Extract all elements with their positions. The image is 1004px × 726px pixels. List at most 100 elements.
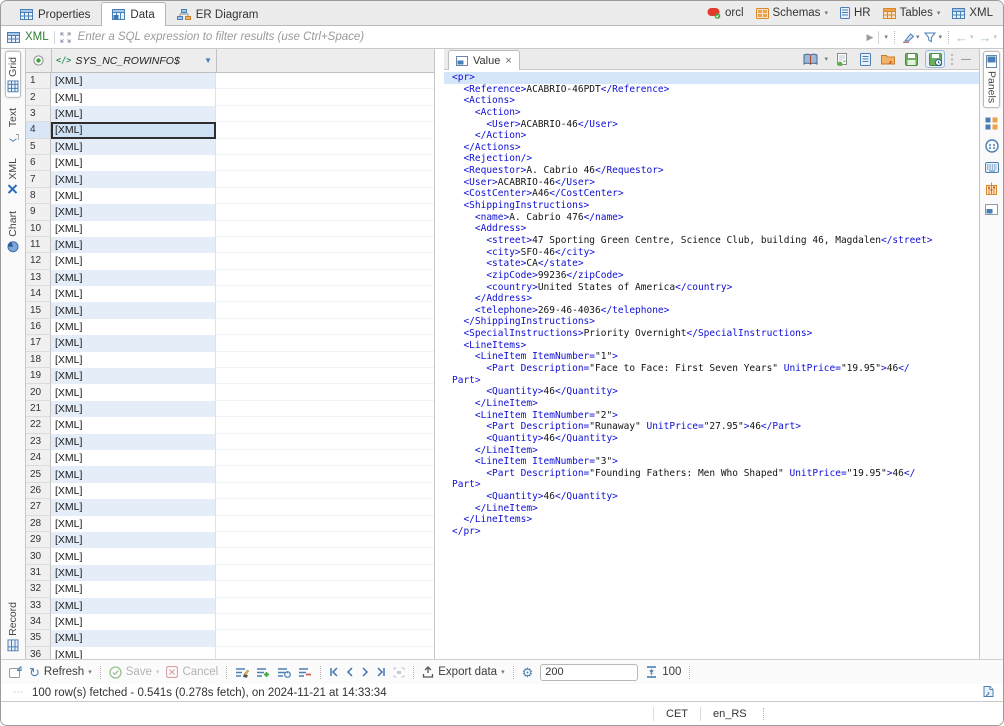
table-row[interactable]: 32[XML]	[26, 581, 434, 597]
row-number[interactable]: 34	[26, 614, 51, 630]
table-row[interactable]: 35[XML]	[26, 630, 434, 646]
table-row[interactable]: 11[XML]	[26, 237, 434, 253]
tab-xml[interactable]: XML	[5, 152, 21, 201]
table-row[interactable]: 24[XML]	[26, 450, 434, 466]
xml-cell[interactable]: [XML]	[51, 171, 216, 187]
table-row[interactable]: 34[XML]	[26, 614, 434, 630]
tab-panels[interactable]: Panels	[983, 51, 1000, 108]
xml-cell[interactable]: [XML]	[51, 581, 216, 597]
references-panel-icon[interactable]	[985, 139, 999, 153]
table-row[interactable]: 30[XML]	[26, 548, 434, 564]
row-number[interactable]: 29	[26, 532, 51, 548]
table-row[interactable]: 17[XML]	[26, 335, 434, 351]
column-dropdown-icon[interactable]: ▼	[204, 56, 212, 65]
apply-filter-button[interactable]: ▶	[867, 32, 874, 43]
row-number[interactable]: 21	[26, 401, 51, 417]
row-number[interactable]: 15	[26, 302, 51, 318]
table-row[interactable]: 7[XML]	[26, 171, 434, 187]
xml-cell[interactable]: [XML]	[51, 434, 216, 450]
row-number[interactable]: 12	[26, 253, 51, 269]
xml-cell[interactable]: [XML]	[51, 286, 216, 302]
table-row[interactable]: 4[XML]	[26, 122, 434, 138]
table-row[interactable]: 33[XML]	[26, 598, 434, 614]
table-row[interactable]: 9[XML]	[26, 204, 434, 220]
tab-data[interactable]: Data	[101, 2, 165, 26]
row-number[interactable]: 19	[26, 368, 51, 384]
xml-cell[interactable]: [XML]	[51, 483, 216, 499]
row-number[interactable]: 17	[26, 335, 51, 351]
document-button[interactable]	[856, 51, 874, 67]
virtual-keys-panel-icon[interactable]	[985, 162, 999, 173]
row-number[interactable]: 35	[26, 630, 51, 646]
xml-cell[interactable]: [XML]	[51, 319, 216, 335]
calc-panel-icon[interactable]	[985, 182, 998, 195]
value-viewer-content[interactable]: <pr> <Reference>ACABRIO-46PDT</Reference…	[444, 70, 979, 659]
duplicate-row-button[interactable]	[277, 667, 291, 678]
clear-filter-button[interactable]: ▾	[901, 32, 920, 43]
select-all-corner[interactable]	[26, 49, 52, 72]
row-number[interactable]: 7	[26, 171, 51, 187]
table-row[interactable]: 3[XML]	[26, 106, 434, 122]
tab-text[interactable]: T Text	[5, 102, 21, 148]
row-number[interactable]: 18	[26, 352, 51, 368]
row-number[interactable]: 22	[26, 417, 51, 433]
xml-cell[interactable]: [XML]	[51, 270, 216, 286]
table-row[interactable]: 22[XML]	[26, 417, 434, 433]
dictionary-button[interactable]	[801, 51, 819, 67]
xml-cell[interactable]: [XML]	[51, 466, 216, 482]
refresh-button[interactable]: ↻ Refresh ▾	[29, 666, 92, 679]
export-data-button[interactable]: Export data ▾	[422, 666, 504, 678]
open-folder-button[interactable]	[879, 51, 897, 67]
xml-cell[interactable]: [XML]	[51, 89, 216, 105]
minimize-panel-icon[interactable]: —	[961, 54, 971, 65]
save-value-button[interactable]	[902, 51, 920, 67]
tab-chart[interactable]: Chart	[5, 205, 21, 259]
xml-cell[interactable]: [XML]	[51, 647, 216, 659]
xml-cell[interactable]: [XML]	[51, 384, 216, 400]
xml-cell[interactable]: [XML]	[51, 598, 216, 614]
xml-cell[interactable]: [XML]	[51, 204, 216, 220]
xml-cell[interactable]: [XML]	[51, 565, 216, 581]
xml-cell[interactable]: [XML]	[51, 368, 216, 384]
tab-record[interactable]: Record	[5, 596, 21, 657]
xml-cell[interactable]: [XML]	[51, 106, 216, 122]
row-number[interactable]: 23	[26, 434, 51, 450]
save-button[interactable]: Save ▾	[109, 666, 160, 679]
tab-value[interactable]: Value ×	[448, 50, 520, 70]
xml-cell[interactable]: [XML]	[51, 188, 216, 204]
delete-row-button[interactable]	[298, 667, 312, 678]
row-number[interactable]: 31	[26, 565, 51, 581]
row-number[interactable]: 25	[26, 466, 51, 482]
schema-selector[interactable]: Schemas ▾	[756, 7, 828, 19]
nav-back-button[interactable]: ← ▾	[955, 31, 974, 44]
filters-menu-button[interactable]: ▾	[924, 32, 942, 43]
connection-selector[interactable]: orcl	[707, 7, 744, 19]
row-number[interactable]: 28	[26, 516, 51, 532]
row-number[interactable]: 14	[26, 286, 51, 302]
locale-indicator[interactable]: en_RS	[700, 707, 759, 721]
xml-cell[interactable]: [XML]	[51, 221, 216, 237]
table-row[interactable]: 2[XML]	[26, 89, 434, 105]
add-row-button[interactable]	[256, 667, 270, 678]
xml-cell[interactable]: [XML]	[51, 401, 216, 417]
settings-gear-icon[interactable]: ⚙	[522, 666, 534, 679]
xml-cell[interactable]: [XML]	[51, 450, 216, 466]
row-number[interactable]: 20	[26, 384, 51, 400]
row-number[interactable]: 8	[26, 188, 51, 204]
row-number[interactable]: 24	[26, 450, 51, 466]
xml-cell[interactable]: [XML]	[51, 630, 216, 646]
xml-cell[interactable]: [XML]	[51, 335, 216, 351]
xml-cell[interactable]: [XML]	[51, 237, 216, 253]
row-number[interactable]: 2	[26, 89, 51, 105]
row-number[interactable]: 36	[26, 647, 51, 659]
row-number[interactable]: 3	[26, 106, 51, 122]
row-number[interactable]: 9	[26, 204, 51, 220]
metadata-panel-icon[interactable]	[985, 204, 998, 215]
edit-cell-button[interactable]	[235, 667, 249, 678]
row-number[interactable]: 1	[26, 73, 51, 89]
row-number[interactable]: 5	[26, 139, 51, 155]
panel-splitter[interactable]	[435, 49, 444, 659]
table-row[interactable]: 1[XML]	[26, 73, 434, 89]
xml-cell[interactable]: [XML]	[51, 302, 216, 318]
xml-cell[interactable]: [XML]	[51, 352, 216, 368]
